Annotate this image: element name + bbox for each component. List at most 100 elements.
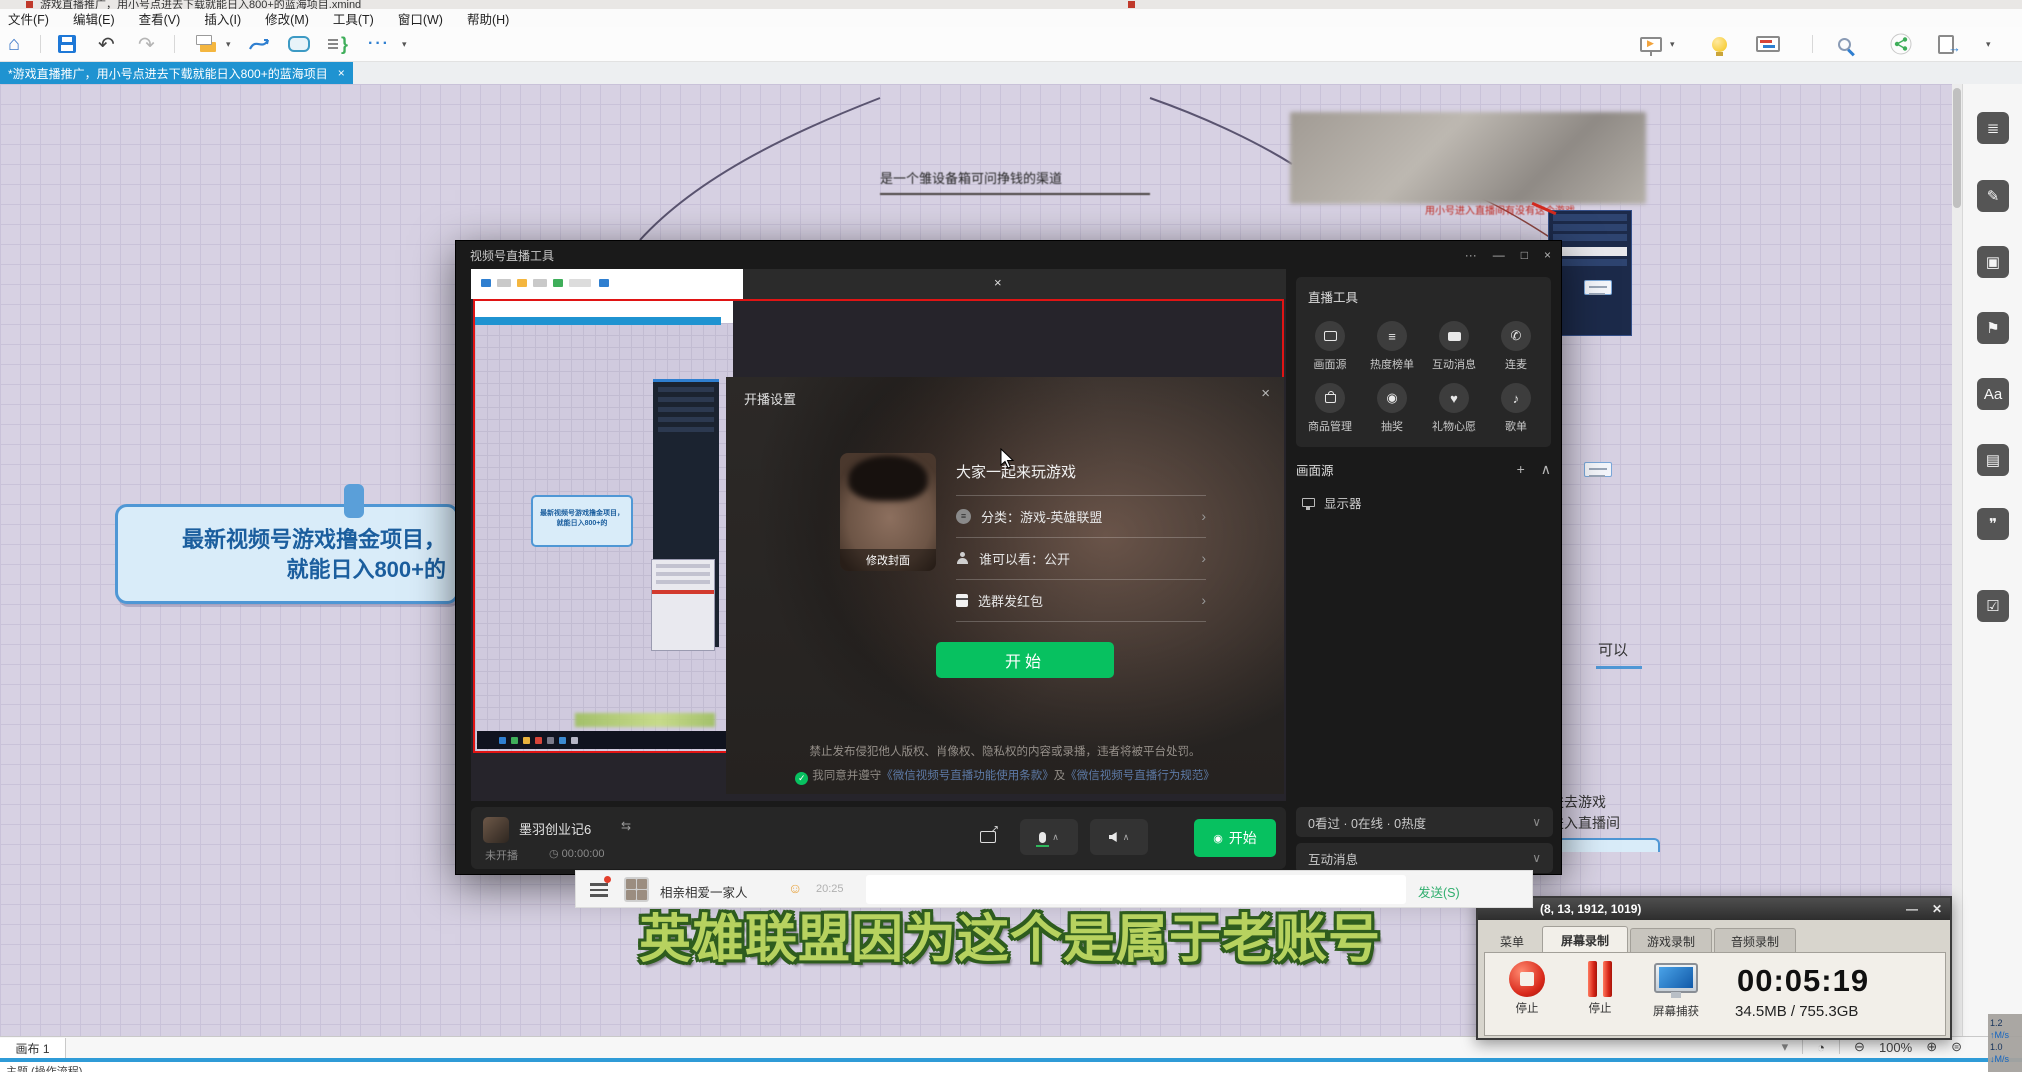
topic-node-keyi[interactable]: 可以 <box>1596 639 1642 669</box>
red-packet-row[interactable]: 选群发红包 › <box>956 585 1206 615</box>
live-bottom-bar: 墨羽创业记6 ⇆ 未开播 ◷ 00:00:00 ↗ ∧ ∧ ◉ 开始 <box>471 807 1286 869</box>
format-brush-icon[interactable]: ✎ <box>1977 180 2009 212</box>
summary-icon[interactable]: } <box>328 33 348 55</box>
screen-capture-button[interactable]: 屏幕捕获 <box>1653 963 1699 1019</box>
save-icon[interactable] <box>58 33 76 55</box>
scrollbar-thumb[interactable] <box>1953 88 1961 208</box>
topic-dropdown-caret[interactable]: ▾ <box>226 33 231 55</box>
small-topic-node[interactable] <box>1584 462 1612 477</box>
relationship-icon[interactable] <box>248 33 272 55</box>
outline-icon[interactable]: ≣ <box>1977 112 2009 144</box>
dialog-close-icon[interactable]: × <box>1261 385 1270 402</box>
recorder-close-icon[interactable]: ✕ <box>1932 902 1942 916</box>
more-tools-caret[interactable]: ▾ <box>402 33 407 55</box>
switch-account-icon[interactable]: ⇆ <box>621 819 631 833</box>
screen-share-icon[interactable]: ↗ <box>968 819 1008 855</box>
maximize-icon[interactable]: □ <box>1521 248 1528 262</box>
lottery-icon: ◉ <box>1377 383 1407 413</box>
boundary-icon[interactable] <box>288 33 310 55</box>
task-clipboard-icon[interactable]: ☑ <box>1977 590 2009 622</box>
recorder-title-bar[interactable]: (8, 13, 1912, 1019) — ✕ <box>1478 898 1950 920</box>
tool-screen-source[interactable]: 画面源 <box>1300 321 1360 372</box>
share-icon[interactable] <box>1890 33 1912 55</box>
export-icon[interactable]: → <box>1938 33 1954 55</box>
insert-topic-icon[interactable] <box>196 33 218 55</box>
notes-icon[interactable]: ▤ <box>1977 444 2009 476</box>
font-icon[interactable]: Aa <box>1977 378 2009 410</box>
chevron-right-icon: › <box>1201 592 1206 608</box>
terms-link[interactable]: 《微信视频号直播功能使用条款》 <box>881 770 1054 782</box>
interactive-messages-row[interactable]: 互动消息 ∨ <box>1296 843 1553 873</box>
tab-close-icon[interactable]: × <box>338 66 345 80</box>
add-source-icon[interactable]: + <box>1517 461 1525 477</box>
pause-button[interactable]: 停止 <box>1587 961 1613 1016</box>
menu-view[interactable]: 查看(V) <box>139 9 181 28</box>
central-topic-node[interactable]: 最新视频号游戏撸金项目， 就能日入800+的 <box>115 504 459 604</box>
viewer-stats-row[interactable]: 0看过 · 0在线 · 0热度 ∨ <box>1296 807 1553 837</box>
comment-icon[interactable]: ❞ <box>1977 508 2009 540</box>
presentation-icon[interactable]: ▶ <box>1640 33 1662 55</box>
tool-co-stream[interactable]: ✆连麦 <box>1486 321 1546 372</box>
home-icon[interactable]: ⌂ <box>8 33 20 55</box>
audience-row[interactable]: 谁可以看：公开 › <box>956 543 1206 573</box>
tool-gift-wish[interactable]: ♥礼物心愿 <box>1424 383 1484 434</box>
undo-icon[interactable]: ↶ <box>98 33 115 55</box>
hamburger-menu-icon[interactable] <box>590 880 608 894</box>
marker-flag-icon[interactable]: ⚑ <box>1977 312 2009 344</box>
cover-thumbnail[interactable]: 修改封面 <box>840 453 936 571</box>
tool-heat-ranking[interactable]: ≡热度榜单 <box>1362 321 1422 372</box>
search-icon[interactable] <box>1838 33 1851 55</box>
agree-checkbox[interactable]: ✓ <box>795 772 808 785</box>
stop-button[interactable]: 停止 <box>1509 961 1545 1016</box>
tab-menu[interactable]: 菜单 <box>1484 929 1540 954</box>
menu-insert[interactable]: 插入(I) <box>204 9 241 28</box>
tab-audio-recording[interactable]: 音频录制 <box>1714 928 1796 954</box>
microphone-control[interactable]: ∧ <box>1020 819 1078 855</box>
start-stream-button[interactable]: ◉ 开始 <box>1194 819 1276 857</box>
start-live-button[interactable]: 开始 <box>936 642 1114 678</box>
zoom-out-button[interactable]: ⊖ <box>1854 1039 1865 1055</box>
export-caret[interactable]: ▾ <box>1986 33 1991 55</box>
collapse-icon[interactable]: ∧ <box>1541 461 1551 478</box>
tab-screen-recording[interactable]: 屏幕录制 <box>1542 926 1628 954</box>
speaker-control[interactable]: ∧ <box>1090 819 1148 855</box>
source-item-monitor[interactable]: 显示器 <box>1302 493 1362 512</box>
menu-window[interactable]: 窗口(W) <box>398 9 443 28</box>
zoom-in-button[interactable]: ⊕ <box>1926 1039 1937 1055</box>
more-icon[interactable]: ··· <box>1465 248 1477 262</box>
filter-caret-icon[interactable]: ▾ <box>1782 1039 1789 1055</box>
slideshow-icon[interactable] <box>1756 33 1780 55</box>
recorder-minimize-icon[interactable]: — <box>1906 902 1918 916</box>
menu-tools[interactable]: 工具(T) <box>333 9 374 28</box>
canvas-tab[interactable]: 画布 1 <box>0 1038 66 1059</box>
close-icon[interactable]: × <box>1544 248 1551 262</box>
more-tools-icon[interactable]: ··· <box>368 33 390 55</box>
live-tool-title-bar[interactable]: 视频号直播工具 ··· — □ × <box>456 241 1561 269</box>
document-tab[interactable]: *游戏直播推广，用小号点进去下载就能日入800+的蓝海项目 × <box>0 62 353 84</box>
category-row[interactable]: ≡ 分类：游戏-英雄联盟 › <box>956 501 1206 531</box>
tool-interactive-messages[interactable]: 互动消息 <box>1424 321 1484 372</box>
tool-lottery[interactable]: ◉抽奖 <box>1362 383 1422 434</box>
small-topic-node[interactable] <box>1584 280 1612 295</box>
menu-modify[interactable]: 修改(M) <box>265 9 309 28</box>
pointer-mode-icon[interactable]: ◔ <box>1817 1040 1825 1055</box>
tool-product-management[interactable]: 商品管理 <box>1300 383 1360 434</box>
conduct-link[interactable]: 《微信视频号直播行为规范》 <box>1065 770 1215 782</box>
topic-node-channel[interactable]: 是一个雏设备箱可问挣钱的渠道 <box>880 168 1150 195</box>
vertical-scrollbar[interactable] <box>1952 84 1962 1036</box>
minimize-icon[interactable]: — <box>1493 248 1505 262</box>
menu-help[interactable]: 帮助(H) <box>467 9 509 28</box>
image-icon[interactable]: ▣ <box>1977 246 2009 278</box>
tab-game-recording[interactable]: 游戏录制 <box>1630 928 1712 954</box>
microphone-icon <box>1039 832 1046 843</box>
stream-title-field[interactable]: 大家一起来玩游戏 <box>956 461 1076 482</box>
edit-cover-label[interactable]: 修改封面 <box>840 549 936 571</box>
menu-edit[interactable]: 编辑(E) <box>73 9 115 28</box>
fit-view-button[interactable]: ⊜ <box>1951 1039 1962 1055</box>
menu-file[interactable]: 文件(F) <box>8 9 49 28</box>
presentation-caret[interactable]: ▾ <box>1670 33 1675 55</box>
preview-nested-window-2 <box>651 559 715 651</box>
lightbulb-icon[interactable] <box>1712 33 1727 55</box>
tool-song-list[interactable]: ♪歌单 <box>1486 383 1546 434</box>
redo-icon[interactable]: ↷ <box>138 33 155 55</box>
